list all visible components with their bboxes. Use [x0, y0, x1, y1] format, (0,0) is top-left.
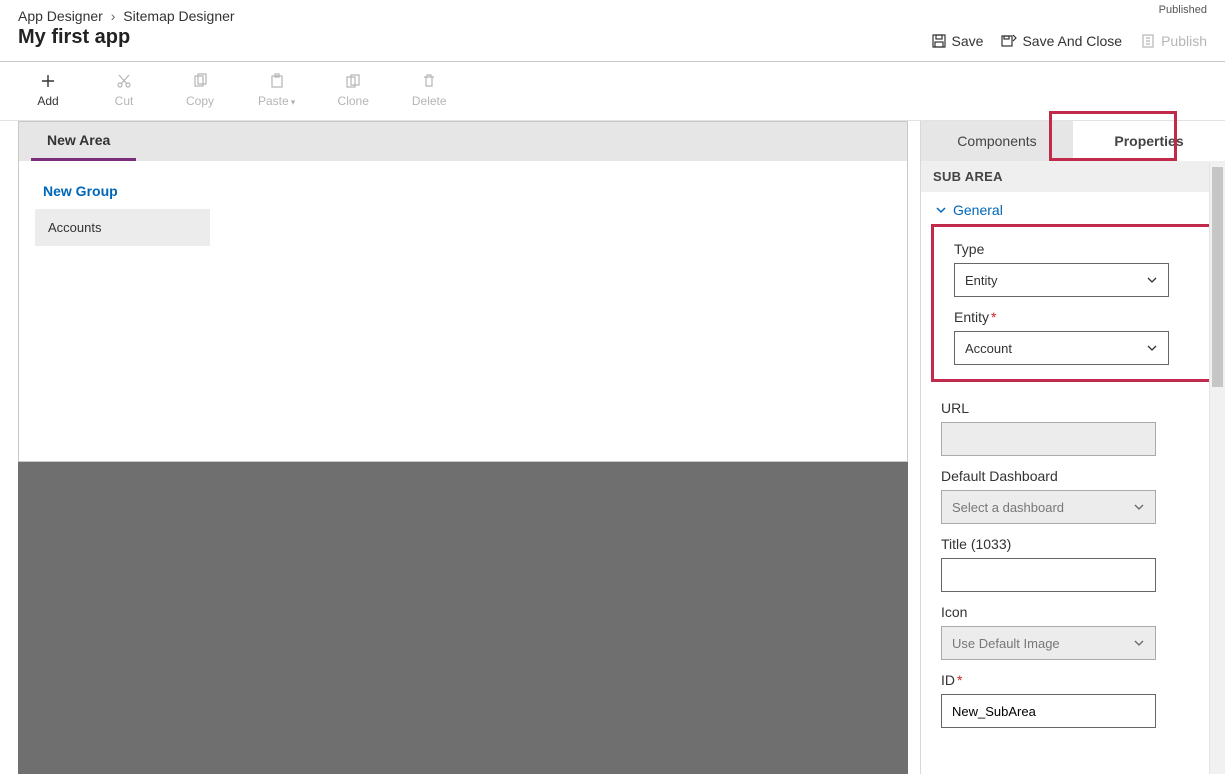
save-close-icon [1001, 33, 1017, 49]
field-entity: Entity* Account [934, 301, 1210, 369]
tab-properties[interactable]: Properties [1073, 121, 1225, 161]
save-label: Save [952, 33, 984, 49]
copy-label: Copy [186, 94, 214, 108]
entity-label: Entity* [954, 309, 1190, 325]
chevron-down-icon [1133, 501, 1145, 513]
add-label: Add [37, 94, 58, 108]
scrollbar-thumb[interactable] [1212, 167, 1223, 387]
icon-label: Icon [941, 604, 1203, 620]
breadcrumb-app-designer[interactable]: App Designer [18, 8, 103, 24]
publish-icon [1140, 33, 1156, 49]
chevron-down-icon: ▾ [291, 97, 296, 107]
delete-label: Delete [412, 94, 447, 108]
clone-icon [344, 72, 362, 90]
area-header: New Area [19, 122, 907, 161]
general-section-toggle[interactable]: General [921, 192, 1223, 224]
clone-button[interactable]: Clone [335, 72, 371, 108]
chevron-down-icon [1133, 637, 1145, 649]
cut-label: Cut [115, 94, 134, 108]
chevron-down-icon [1146, 274, 1158, 286]
chevron-down-icon [935, 204, 947, 216]
dashboard-placeholder: Select a dashboard [952, 500, 1064, 515]
delete-icon [420, 72, 438, 90]
breadcrumb: App Designer › Sitemap Designer [18, 8, 1207, 24]
panel-tabs: Components Properties [921, 121, 1225, 161]
paste-button[interactable]: Paste▾ [258, 72, 295, 108]
field-dashboard: Default Dashboard Select a dashboard [921, 460, 1223, 528]
canvas-column: New Area New Group Accounts [0, 121, 920, 774]
highlight-type-entity: Type Entity Entity* Account [931, 224, 1213, 382]
canvas-background [18, 462, 908, 774]
copy-button[interactable]: Copy [182, 72, 218, 108]
right-panel: Components Properties SUB AREA General T… [920, 121, 1225, 774]
plus-icon [39, 72, 57, 90]
add-button[interactable]: Add [30, 72, 66, 108]
entity-select[interactable]: Account [954, 331, 1169, 365]
header: App Designer › Sitemap Designer My first… [0, 0, 1225, 62]
dashboard-select[interactable]: Select a dashboard [941, 490, 1156, 524]
panel-scroll[interactable]: General Type Entity Entity* Account [921, 192, 1225, 774]
group-title[interactable]: New Group [35, 177, 891, 205]
icon-select[interactable]: Use Default Image [941, 626, 1156, 660]
chevron-down-icon [1146, 342, 1158, 354]
required-icon: * [991, 309, 996, 325]
url-label: URL [941, 400, 1203, 416]
cut-button[interactable]: Cut [106, 72, 142, 108]
field-url: URL [921, 392, 1223, 460]
title-label: Title (1033) [941, 536, 1203, 552]
save-close-label: Save And Close [1022, 33, 1122, 49]
dashboard-label: Default Dashboard [941, 468, 1203, 484]
main: New Area New Group Accounts Components P… [0, 121, 1225, 774]
header-actions: Save Save And Close Publish [931, 33, 1207, 49]
scrollbar[interactable] [1209, 163, 1225, 774]
icon-value: Use Default Image [952, 636, 1060, 651]
subarea-item[interactable]: Accounts [35, 209, 210, 246]
sitemap-canvas: New Area New Group Accounts [18, 121, 908, 462]
id-input-inner[interactable] [952, 695, 1145, 727]
type-label: Type [954, 241, 1190, 257]
id-input[interactable] [941, 694, 1156, 728]
canvas-body: New Group Accounts [19, 161, 907, 461]
entity-value: Account [965, 341, 1012, 356]
paste-icon [268, 72, 286, 90]
id-label: ID* [941, 672, 1203, 688]
breadcrumb-sitemap-designer[interactable]: Sitemap Designer [123, 8, 234, 24]
type-value: Entity [965, 273, 998, 288]
area-tab[interactable]: New Area [31, 122, 136, 161]
field-id: ID* [921, 664, 1223, 732]
copy-icon [191, 72, 209, 90]
field-type: Type Entity [934, 233, 1210, 301]
title-input-inner[interactable] [952, 559, 1145, 591]
field-icon: Icon Use Default Image [921, 596, 1223, 664]
type-select[interactable]: Entity [954, 263, 1169, 297]
status-badge: Published [1159, 4, 1207, 16]
field-title: Title (1033) [921, 528, 1223, 596]
delete-button[interactable]: Delete [411, 72, 447, 108]
general-label: General [953, 202, 1003, 218]
section-subarea: SUB AREA [921, 161, 1225, 192]
save-icon [931, 33, 947, 49]
title-input[interactable] [941, 558, 1156, 592]
tab-components[interactable]: Components [921, 121, 1073, 161]
required-icon: * [957, 672, 962, 688]
clone-label: Clone [338, 94, 369, 108]
save-and-close-button[interactable]: Save And Close [1001, 33, 1122, 49]
url-input [941, 422, 1156, 456]
publish-button[interactable]: Publish [1140, 33, 1207, 49]
url-input-inner [952, 423, 1145, 455]
toolbar: Add Cut Copy Paste▾ Clone Delete [0, 62, 1225, 121]
save-button[interactable]: Save [931, 33, 984, 49]
chevron-right-icon: › [111, 8, 116, 24]
cut-icon [115, 72, 133, 90]
publish-label: Publish [1161, 33, 1207, 49]
paste-label: Paste [258, 94, 289, 108]
